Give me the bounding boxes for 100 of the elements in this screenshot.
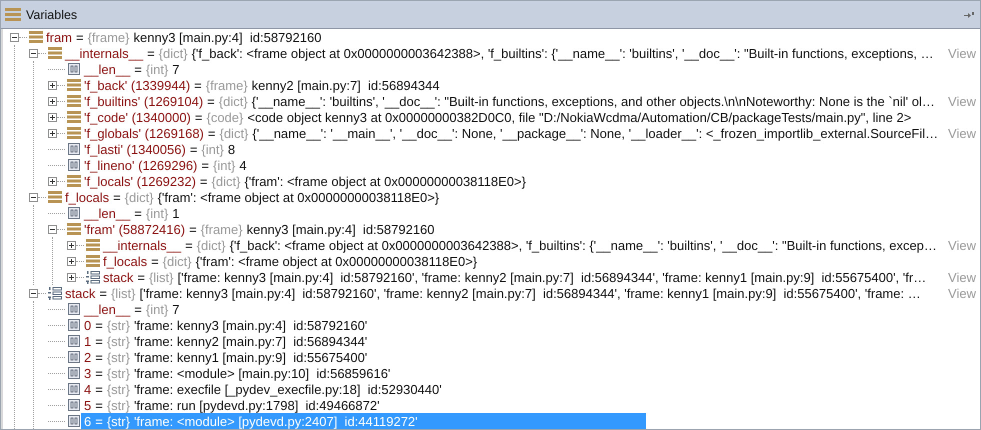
variable-name: 'f_lasti' (1340056) — [84, 142, 186, 156]
equals-sign: = — [194, 110, 202, 124]
type-label: {frame} — [200, 222, 243, 236]
pin-icon[interactable] — [964, 12, 974, 18]
type-label: {dict} — [212, 174, 240, 188]
variable-value: kenny2 [main.py:7] id:56894344 — [252, 78, 440, 92]
variable-name: stack — [65, 286, 96, 300]
equals-sign: = — [95, 366, 103, 380]
collapse-toggle[interactable] — [29, 48, 38, 58]
object-icon — [67, 111, 81, 123]
value-icon — [68, 303, 80, 315]
variable-value: 'frame: kenny1 [main.py:9] id:55675400' — [134, 350, 368, 364]
type-label: {int} — [212, 158, 236, 172]
view-link[interactable]: View — [945, 46, 980, 60]
object-icon — [67, 223, 81, 235]
equals-sign: = — [200, 174, 208, 188]
type-label: {code} — [206, 110, 244, 124]
expand-toggle[interactable] — [67, 240, 76, 250]
equals-sign: = — [113, 190, 121, 204]
equals-sign: = — [134, 62, 142, 76]
view-link[interactable]: View — [945, 238, 980, 252]
variable-name: __len__ — [84, 62, 130, 76]
type-label: {int} — [201, 142, 224, 156]
equals-sign: = — [134, 302, 142, 316]
plus-icon — [49, 178, 56, 184]
variable-value: 'frame: execfile [_pydev_execfile.py:18] id:52930440' — [134, 382, 442, 396]
collapse-toggle[interactable] — [10, 32, 19, 42]
variable-name: f_locals — [103, 254, 148, 268]
object-icon — [48, 191, 62, 203]
value-icon — [68, 351, 80, 363]
variable-value: {'fram': <frame object at 0x00000000038118E0>} — [196, 254, 478, 268]
expand-toggle[interactable] — [67, 256, 76, 266]
variable-value: 1 — [172, 206, 180, 220]
equals-sign: = — [95, 334, 103, 348]
expand-toggle[interactable] — [48, 112, 57, 122]
variable-value: {'f_back': <frame object at 0x0000000003642388>, 'f_builtins': {'__name__': 'builtins', '__doc__': "Built-in functions, excep… — [230, 238, 937, 252]
type-label: {str} — [106, 382, 130, 396]
expand-toggle[interactable] — [48, 128, 57, 138]
variable-value: 7 — [172, 302, 180, 316]
selected-row[interactable]: 6 = {str} 'frame: <module> [pydevd.py:2407] id:44119272' — [81, 413, 646, 429]
plus-icon — [68, 274, 75, 280]
equals-sign: = — [185, 238, 193, 252]
plus-icon — [49, 82, 56, 88]
equals-sign: = — [147, 46, 155, 60]
variable-value: 4 — [239, 158, 247, 172]
type-label: {str} — [106, 350, 130, 364]
variable-name: 4 — [84, 382, 92, 396]
variable-name: 'f_builtins' (1269104) — [84, 94, 204, 108]
equals-sign: = — [194, 78, 202, 92]
equals-sign: = — [137, 270, 145, 284]
variable-value: 8 — [228, 142, 236, 156]
expand-toggle[interactable] — [48, 80, 57, 90]
object-icon — [67, 127, 81, 139]
equals-sign: = — [76, 30, 84, 44]
equals-sign: = — [95, 318, 103, 332]
variable-name: 'fram' (58872416) — [84, 222, 186, 236]
type-label: {int} — [146, 62, 168, 76]
equals-sign: = — [189, 222, 197, 236]
collapse-toggle[interactable] — [48, 224, 57, 234]
variable-name: 'f_globals' (1269168) — [84, 126, 204, 140]
equals-sign: = — [95, 398, 103, 412]
equals-sign: = — [95, 414, 103, 428]
type-label: {dict} — [219, 126, 248, 140]
variable-name: 6 — [84, 414, 92, 428]
view-link[interactable]: View — [945, 94, 980, 108]
variable-name: 'f_lineno' (1269296) — [84, 158, 198, 172]
variable-name: 1 — [84, 334, 92, 348]
type-label: {frame} — [206, 78, 248, 92]
type-label: {str} — [106, 334, 130, 348]
value-icon — [68, 319, 80, 331]
equals-sign: = — [208, 126, 216, 140]
variable-value: {'fram': <frame object at 0x00000000038118E0>} — [158, 190, 440, 204]
plus-icon — [68, 258, 75, 264]
view-link[interactable]: View — [945, 286, 980, 300]
variable-name: 3 — [84, 366, 92, 380]
variable-name: f_locals — [65, 190, 110, 204]
expand-toggle[interactable] — [48, 96, 57, 106]
plus-icon — [68, 242, 75, 248]
variable-value: kenny3 [main.py:4] id:58792160 — [246, 222, 435, 236]
variable-value: 7 — [172, 62, 180, 76]
collapse-toggle[interactable] — [29, 192, 38, 202]
variable-value: 'frame: kenny2 [main.py:7] id:56894344' — [134, 334, 368, 348]
view-link[interactable]: View — [945, 270, 980, 284]
expand-toggle[interactable] — [48, 176, 57, 186]
variable-name: 5 — [84, 398, 92, 412]
type-label: {str} — [106, 318, 130, 332]
value-icon — [68, 367, 80, 379]
expand-toggle[interactable] — [67, 272, 76, 282]
view-link[interactable]: View — [945, 126, 980, 140]
type-label: {list} — [110, 286, 136, 300]
type-label: {frame} — [88, 30, 130, 44]
equals-sign: = — [95, 350, 103, 364]
variable-name: __internals__ — [65, 46, 144, 60]
type-label: {dict} — [158, 46, 188, 60]
type-label: {int} — [146, 206, 168, 220]
collapse-toggle[interactable] — [29, 288, 38, 298]
object-icon — [48, 47, 62, 59]
type-label: {dict} — [218, 94, 248, 108]
value-icon — [68, 159, 80, 171]
plus-icon — [49, 114, 56, 120]
